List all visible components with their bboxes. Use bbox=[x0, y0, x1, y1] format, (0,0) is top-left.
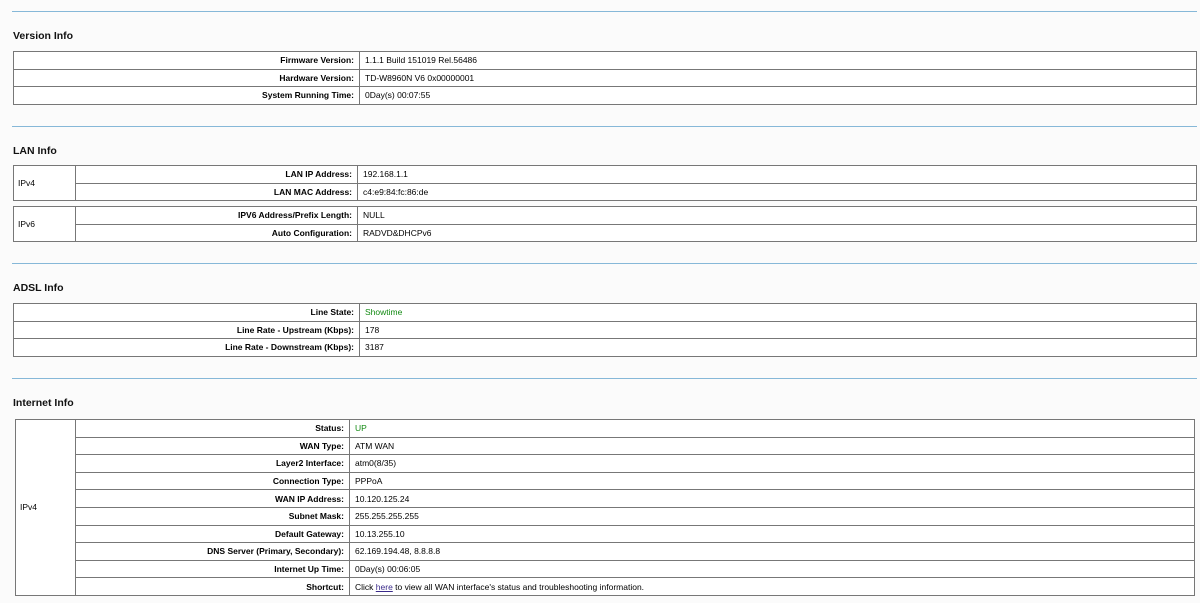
dns-server-label: DNS Server (Primary, Secondary): bbox=[75, 542, 350, 561]
subnet-mask-value: 255.255.255.255 bbox=[349, 506, 1195, 526]
section-divider bbox=[12, 263, 1197, 264]
section-divider bbox=[12, 126, 1197, 127]
hardware-version-value: TD-W8960N V6 0x00000001 bbox=[359, 68, 1197, 88]
lan-ipv4-table: IPv4 LAN IP Address: 192.168.1.1 LAN MAC… bbox=[13, 164, 1197, 202]
table-row: Default Gateway: 10.13.255.10 bbox=[16, 524, 1195, 544]
lan-mac-address-value: c4:e9:84:fc:86:de bbox=[357, 182, 1197, 202]
table-row: Firmware Version: 1.1.1 Build 151019 Rel… bbox=[13, 51, 1197, 70]
table-row: DNS Server (Primary, Secondary): 62.169.… bbox=[16, 542, 1195, 561]
table-row: WAN IP Address: 10.120.125.24 bbox=[16, 489, 1195, 508]
lan-ipv6-group-label: IPv6 bbox=[13, 205, 76, 243]
table-row: LAN MAC Address: c4:e9:84:fc:86:de bbox=[14, 182, 1197, 202]
section-divider bbox=[12, 378, 1197, 379]
internet-info-table: IPv4 Status: UP WAN Type: ATM WAN Layer2… bbox=[15, 419, 1195, 596]
auto-configuration-value: RADVD&DHCPv6 bbox=[357, 223, 1197, 243]
subnet-mask-label: Subnet Mask: bbox=[75, 506, 350, 526]
connection-type-label: Connection Type: bbox=[75, 471, 350, 491]
layer2-interface-label: Layer2 Interface: bbox=[75, 454, 350, 473]
ipv6-prefix-label: IPV6 Address/Prefix Length: bbox=[75, 206, 358, 225]
status-label: Status: bbox=[75, 419, 350, 438]
system-running-time-value: 0Day(s) 00:07:55 bbox=[359, 86, 1197, 105]
lan-ip-address-label: LAN IP Address: bbox=[75, 165, 358, 184]
wan-type-label: WAN Type: bbox=[75, 436, 350, 456]
wan-ip-address-value: 10.120.125.24 bbox=[349, 489, 1195, 508]
shortcut-here-link[interactable]: here bbox=[376, 582, 393, 592]
table-row: Line Rate - Upstream (Kbps): 178 bbox=[13, 320, 1197, 340]
internet-info-title: Internet Info bbox=[13, 397, 74, 409]
line-state-label: Line State: bbox=[13, 303, 360, 322]
shortcut-prefix-text: Click bbox=[355, 581, 376, 592]
upstream-rate-label: Line Rate - Upstream (Kbps): bbox=[13, 320, 360, 340]
lan-info-title: LAN Info bbox=[13, 145, 57, 157]
table-row: Auto Configuration: RADVD&DHCPv6 bbox=[14, 223, 1197, 243]
table-row: IPv6 IPV6 Address/Prefix Length: NULL bbox=[13, 205, 1197, 243]
upstream-rate-value: 178 bbox=[359, 320, 1197, 340]
lan-ipv4-group-label: IPv4 bbox=[13, 164, 76, 202]
default-gateway-value: 10.13.255.10 bbox=[349, 524, 1195, 544]
lan-ipv6-table: IPv6 IPV6 Address/Prefix Length: NULL Au… bbox=[13, 205, 1197, 243]
table-row: Shortcut: Click here to view all WAN int… bbox=[16, 577, 1195, 596]
lan-ip-address-value: 192.168.1.1 bbox=[357, 165, 1197, 184]
ipv6-prefix-value: NULL bbox=[357, 206, 1197, 225]
table-row: System Running Time: 0Day(s) 00:07:55 bbox=[13, 86, 1197, 105]
layer2-interface-value: atm0(8/35) bbox=[349, 454, 1195, 473]
internet-up-time-label: Internet Up Time: bbox=[75, 559, 350, 579]
table-row: Line State: Showtime bbox=[13, 303, 1197, 322]
wan-type-value: ATM WAN bbox=[349, 436, 1195, 456]
connection-type-value: PPPoA bbox=[349, 471, 1195, 491]
downstream-rate-value: 3187 bbox=[359, 338, 1197, 357]
table-row: Line Rate - Downstream (Kbps): 3187 bbox=[13, 338, 1197, 357]
wan-ip-address-label: WAN IP Address: bbox=[75, 489, 350, 508]
table-row: Hardware Version: TD-W8960N V6 0x0000000… bbox=[13, 68, 1197, 88]
table-row: IPv4 LAN IP Address: 192.168.1.1 bbox=[13, 164, 1197, 202]
internet-up-time-value: 0Day(s) 00:06:05 bbox=[349, 559, 1195, 579]
firmware-version-label: Firmware Version: bbox=[13, 51, 360, 70]
auto-configuration-label: Auto Configuration: bbox=[75, 223, 358, 243]
lan-mac-address-label: LAN MAC Address: bbox=[75, 182, 358, 202]
adsl-info-title: ADSL Info bbox=[13, 282, 64, 294]
table-row: IPv4 Status: UP bbox=[15, 419, 1195, 596]
system-running-time-label: System Running Time: bbox=[13, 86, 360, 105]
table-row: Internet Up Time: 0Day(s) 00:06:05 bbox=[16, 559, 1195, 579]
shortcut-suffix-text: to view all WAN interface's status and t… bbox=[392, 581, 645, 592]
table-row: Connection Type: PPPoA bbox=[16, 471, 1195, 491]
default-gateway-label: Default Gateway: bbox=[75, 524, 350, 544]
downstream-rate-label: Line Rate - Downstream (Kbps): bbox=[13, 338, 360, 357]
table-row: WAN Type: ATM WAN bbox=[16, 436, 1195, 456]
firmware-version-value: 1.1.1 Build 151019 Rel.56486 bbox=[359, 51, 1197, 70]
table-row: Subnet Mask: 255.255.255.255 bbox=[16, 506, 1195, 526]
version-info-table: Firmware Version: 1.1.1 Build 151019 Rel… bbox=[13, 51, 1197, 105]
internet-ipv4-group-label: IPv4 bbox=[15, 419, 76, 596]
hardware-version-label: Hardware Version: bbox=[13, 68, 360, 88]
status-value: UP bbox=[349, 419, 1195, 438]
shortcut-label: Shortcut: bbox=[75, 577, 350, 596]
shortcut-value: Click here to view all WAN interface's s… bbox=[349, 577, 1195, 596]
line-state-value: Showtime bbox=[359, 303, 1197, 322]
adsl-info-table: Line State: Showtime Line Rate - Upstrea… bbox=[13, 303, 1197, 357]
dns-server-value: 62.169.194.48, 8.8.8.8 bbox=[349, 542, 1195, 561]
version-info-title: Version Info bbox=[13, 30, 74, 42]
table-row: Layer2 Interface: atm0(8/35) bbox=[16, 454, 1195, 473]
section-divider bbox=[12, 11, 1197, 12]
